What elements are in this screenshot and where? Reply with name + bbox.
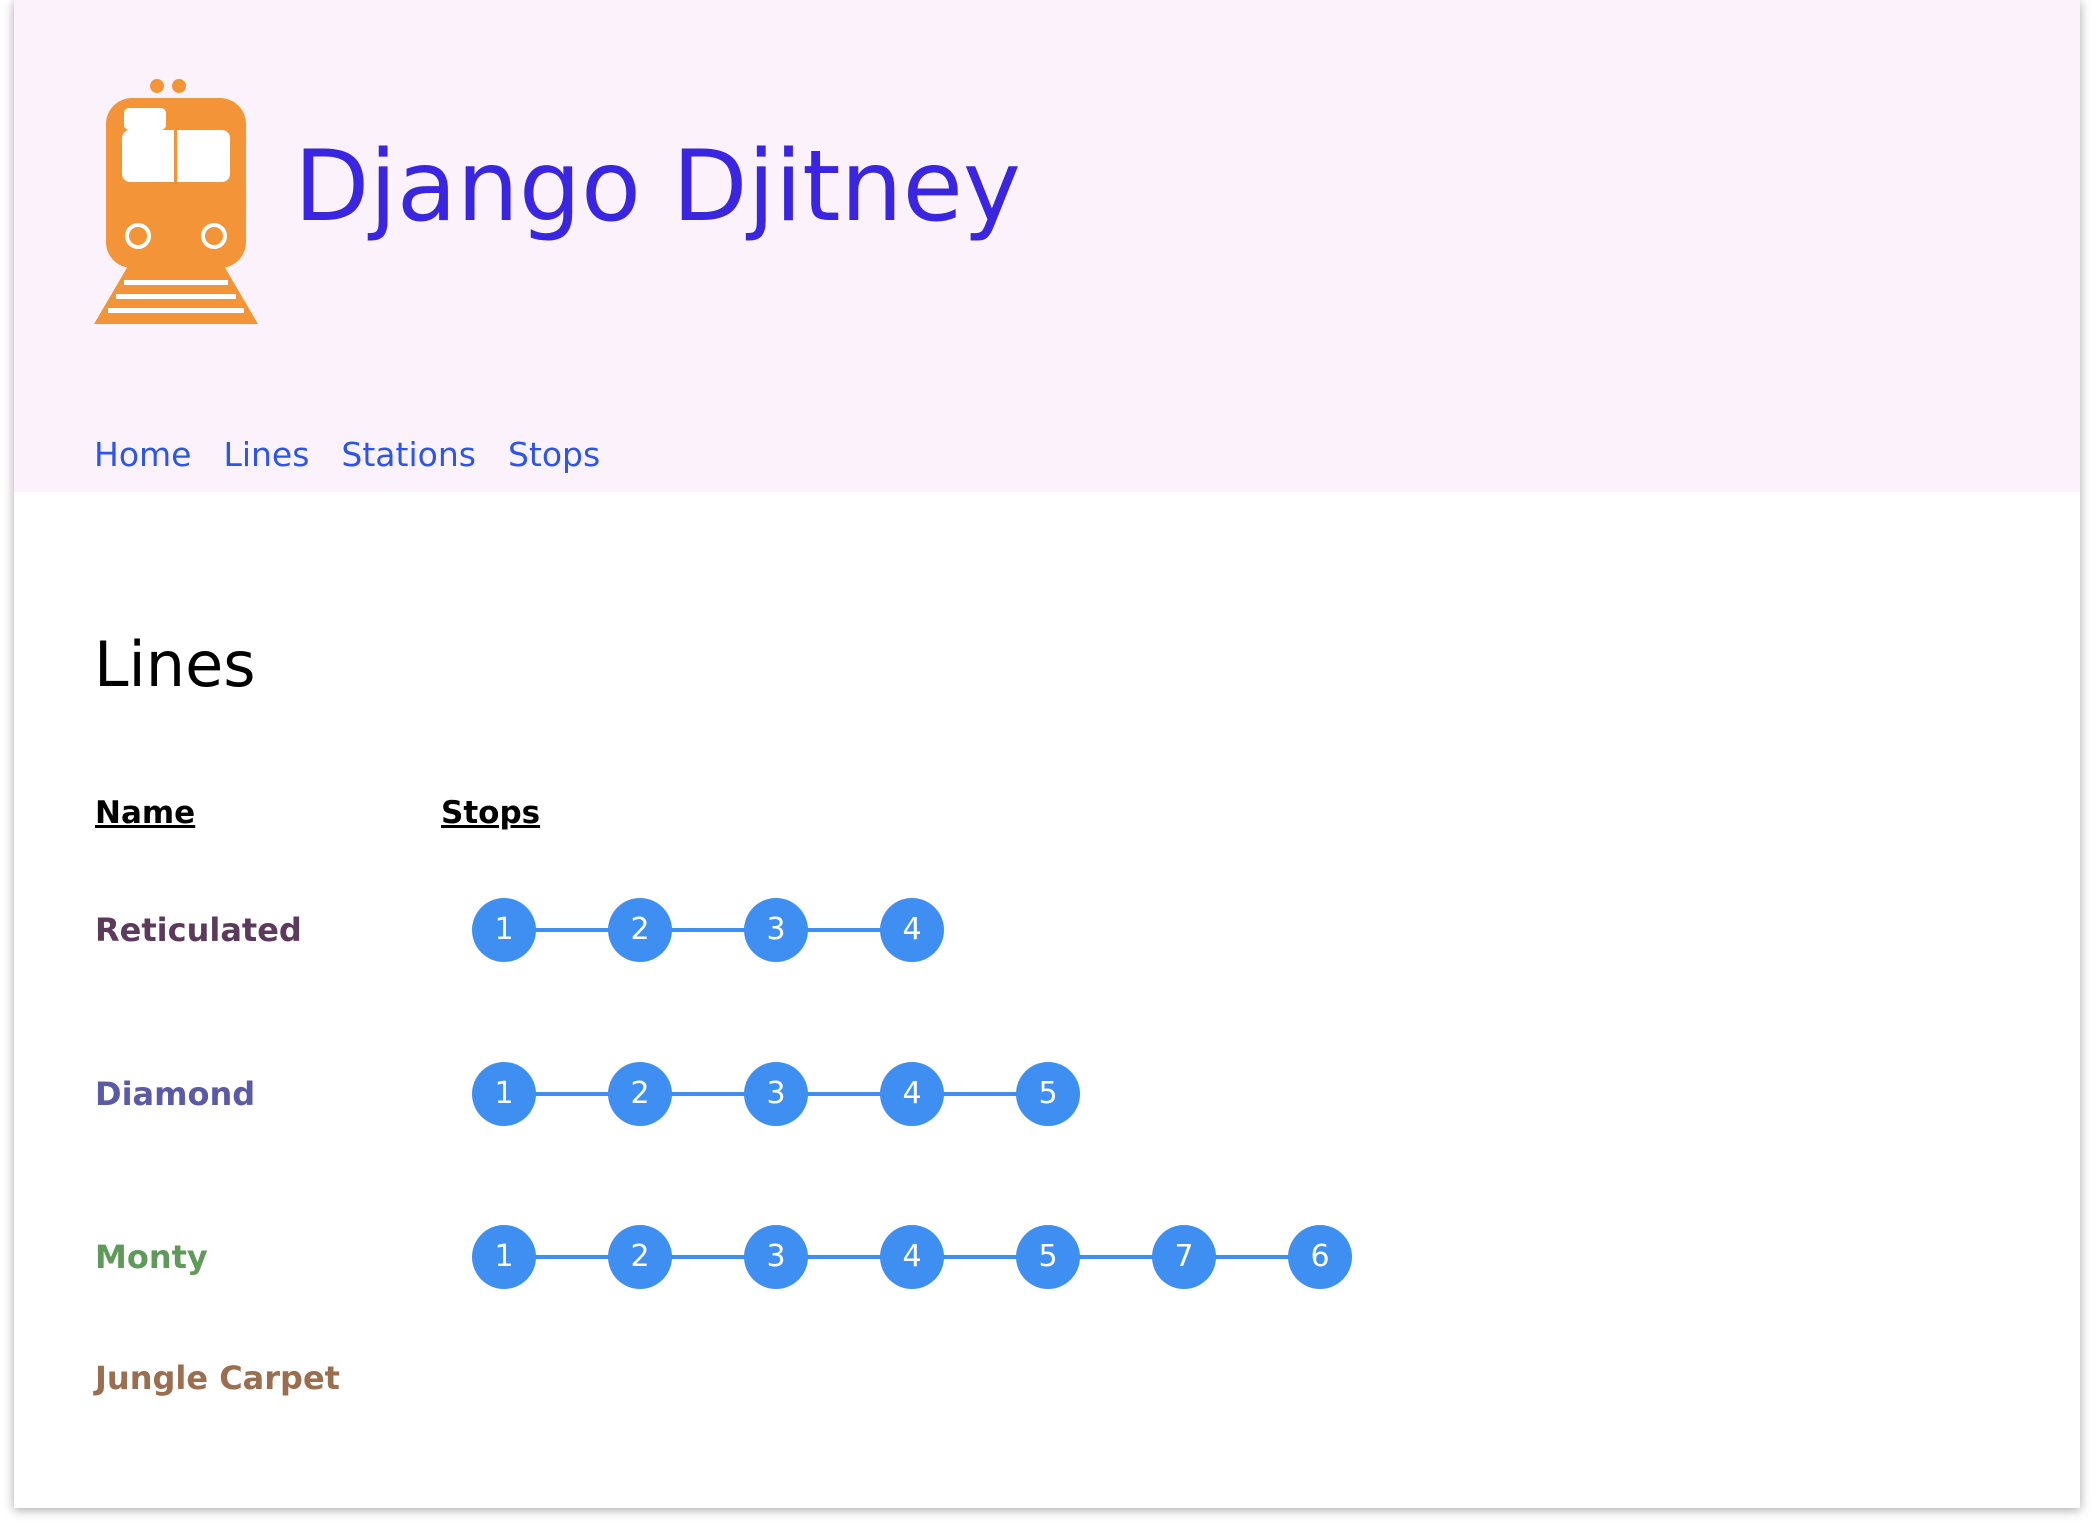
stop-marker[interactable]: 1 (472, 898, 536, 962)
stop-marker[interactable]: 3 (744, 1225, 808, 1289)
line-row-diamond: Diamond 1 2 3 4 5 (14, 1054, 1814, 1134)
line-name[interactable]: Monty (95, 1241, 208, 1273)
line-row-reticulated: Reticulated 1 2 3 4 (14, 890, 1814, 970)
stop-marker[interactable]: 1 (472, 1062, 536, 1126)
stop-connector (504, 928, 912, 932)
stop-marker[interactable]: 4 (880, 1225, 944, 1289)
train-icon (94, 79, 258, 324)
column-header-stops: Stops (441, 795, 541, 831)
nav-link-stops[interactable]: Stops (508, 438, 600, 471)
nav-link-stations[interactable]: Stations (341, 438, 476, 471)
stop-marker[interactable]: 4 (880, 898, 944, 962)
stop-marker[interactable]: 2 (608, 898, 672, 962)
column-header-name: Name (95, 795, 196, 831)
stop-marker[interactable]: 2 (608, 1225, 672, 1289)
line-row-monty: Monty 1 2 3 4 5 7 6 (14, 1217, 1814, 1297)
stop-marker[interactable]: 5 (1016, 1062, 1080, 1126)
stop-marker[interactable]: 2 (608, 1062, 672, 1126)
line-name[interactable]: Diamond (95, 1078, 255, 1110)
stop-marker[interactable]: 4 (880, 1062, 944, 1126)
stop-marker[interactable]: 5 (1016, 1225, 1080, 1289)
site-header: Django Djitney Home Lines Stations Stops (14, 0, 2080, 492)
main-nav: Home Lines Stations Stops (94, 438, 600, 471)
stop-marker[interactable]: 3 (744, 898, 808, 962)
stop-marker[interactable]: 3 (744, 1062, 808, 1126)
nav-link-home[interactable]: Home (94, 438, 191, 471)
browser-window: Django Djitney Home Lines Stations Stops… (14, 0, 2080, 1508)
nav-link-lines[interactable]: Lines (223, 438, 309, 471)
page-title: Lines (94, 628, 256, 701)
site-title[interactable]: Django Djitney (294, 138, 1021, 236)
line-name[interactable]: Reticulated (95, 914, 302, 946)
stop-marker[interactable]: 6 (1288, 1225, 1352, 1289)
line-row-jungle-carpet: Jungle Carpet (14, 1338, 1814, 1418)
stop-marker[interactable]: 1 (472, 1225, 536, 1289)
line-name[interactable]: Jungle Carpet (95, 1362, 340, 1394)
stop-marker[interactable]: 7 (1152, 1225, 1216, 1289)
